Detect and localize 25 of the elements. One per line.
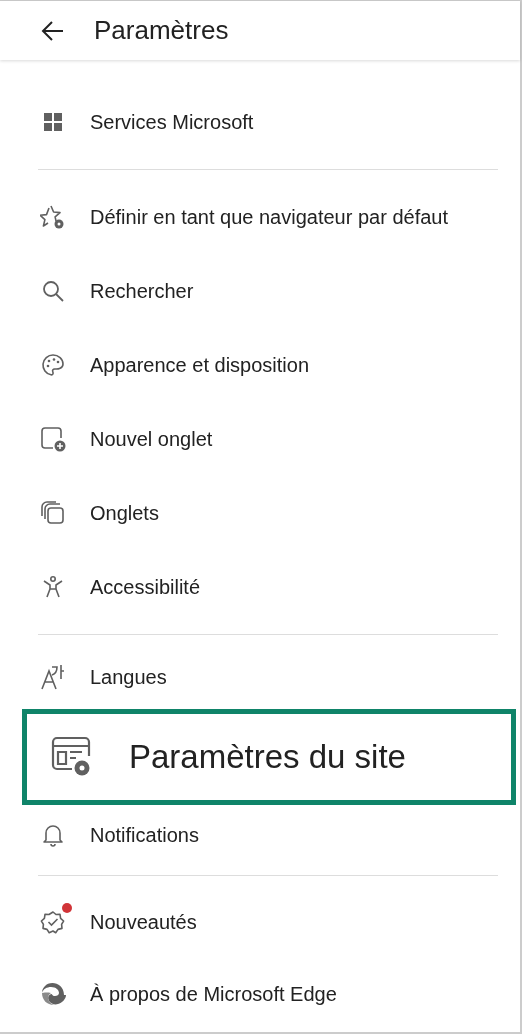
settings-item[interactable]: Définir en tant que navigateur par défaut [0, 180, 520, 254]
settings-item[interactable]: Nouveautés [0, 886, 520, 958]
new-tab-icon [40, 426, 66, 452]
settings-item[interactable]: Rechercher [0, 254, 520, 328]
tabs-icon [40, 500, 66, 526]
settings-item[interactable]: Services Microsoft [0, 85, 520, 159]
search-icon [41, 279, 65, 303]
badge-check-icon [40, 909, 66, 935]
settings-item[interactable]: À propos de Microsoft Edge [0, 958, 520, 1030]
back-arrow-icon [41, 18, 65, 43]
settings-item[interactable]: Notifications [0, 805, 520, 865]
star-gear-icon [40, 204, 66, 230]
settings-item[interactable]: Paramètres du site [22, 709, 516, 805]
language-icon [40, 664, 66, 690]
bell-icon [41, 823, 65, 847]
page-title: Paramètres [94, 15, 229, 46]
settings-item[interactable]: Onglets [0, 476, 520, 550]
edge-logo-icon [40, 981, 66, 1007]
settings-item[interactable]: Accessibilité [0, 550, 520, 624]
palette-icon [41, 353, 65, 377]
settings-item[interactable]: Apparence et disposition [0, 328, 520, 402]
settings-item[interactable]: Langues [0, 645, 520, 709]
accessibility-icon [41, 575, 65, 599]
grid-icon [41, 110, 65, 134]
settings-item[interactable]: Nouvel onglet [0, 402, 520, 476]
